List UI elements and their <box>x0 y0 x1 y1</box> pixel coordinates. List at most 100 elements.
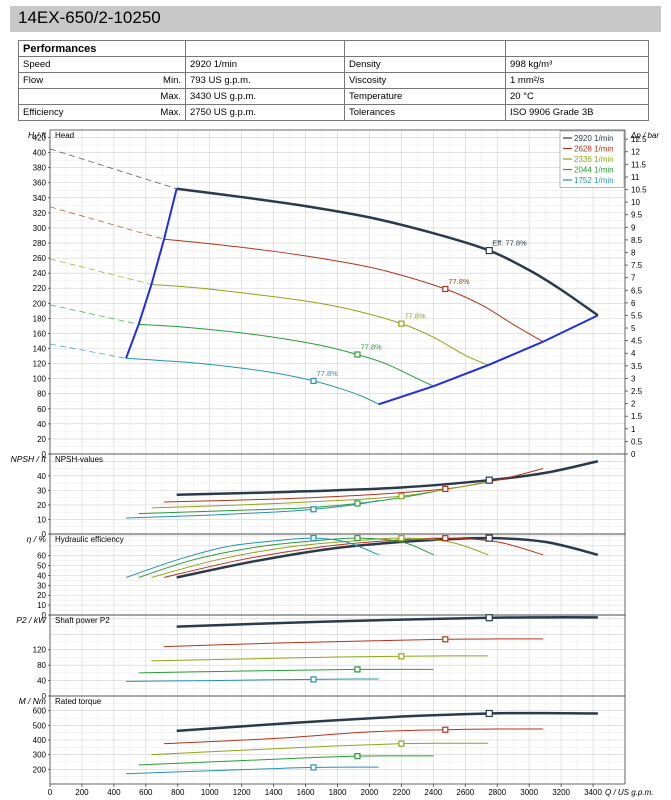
chart-panel-4: 04080120P2 / kW Shaft power P2 <box>16 614 626 701</box>
y-tick-label: 30 <box>37 581 46 590</box>
data-point-marker <box>398 493 405 500</box>
y-axis-label: NPSH / ft <box>11 454 47 464</box>
operating-limit-line <box>125 188 178 359</box>
y2-tick-label: 5.5 <box>631 311 643 320</box>
series-line <box>151 742 489 756</box>
y-tick-label: 380 <box>33 164 47 173</box>
x-tick-label: 400 <box>107 788 121 797</box>
chart-title: Rated torque <box>55 697 102 706</box>
dashed-curve-extension <box>49 206 165 240</box>
y2-tick-label: 11 <box>631 173 640 182</box>
legend-entry: 2336 1/min <box>574 155 614 164</box>
y2-tick-label: 2.5 <box>631 387 643 396</box>
y2-tick-label: 9 <box>631 223 636 232</box>
y2-axis-label: Δp / bar <box>630 131 659 140</box>
y-axis-label: η / % <box>27 534 47 544</box>
y2-tick-label: 8.5 <box>631 236 643 245</box>
y-tick-label: 20 <box>37 591 46 600</box>
y2-tick-label: 6.5 <box>631 286 643 295</box>
legend-entry: 2628 1/min <box>574 145 614 154</box>
chart-title: Head <box>55 131 74 140</box>
y-tick-label: 200 <box>33 765 47 774</box>
y-tick-label: 120 <box>33 360 47 369</box>
series-line <box>125 357 379 405</box>
y-tick-label: 30 <box>37 486 46 495</box>
y2-tick-label: 4 <box>631 349 636 358</box>
y2-tick-label: 7 <box>631 274 636 283</box>
chart-title: Hydraulic efficiency <box>55 535 124 544</box>
series-line <box>176 536 599 579</box>
data-point-marker <box>354 666 361 673</box>
data-point-marker <box>442 535 449 542</box>
x-tick-label: 1200 <box>233 788 251 797</box>
series-line <box>126 766 379 775</box>
y2-tick-label: 9.5 <box>631 211 643 220</box>
y-tick-label: 140 <box>33 345 47 354</box>
x-tick-label: 3000 <box>520 788 538 797</box>
y-tick-label: 60 <box>37 552 46 561</box>
data-point-marker <box>310 764 317 771</box>
data-point-marker <box>485 709 493 718</box>
x-tick-label: 3200 <box>552 788 570 797</box>
y-tick-label: 40 <box>37 472 46 481</box>
x-tick-label: 2600 <box>456 788 474 797</box>
data-point-marker <box>442 726 449 733</box>
efficiency-label: 77.8% <box>317 369 339 378</box>
y-tick-label: 120 <box>33 646 47 655</box>
y-tick-label: 40 <box>37 677 46 686</box>
data-point-marker <box>354 351 361 358</box>
data-point-marker <box>442 285 449 293</box>
data-point-marker <box>485 476 493 484</box>
y-tick-label: 40 <box>37 571 46 580</box>
pump-performance-charts: 0204060801001201401601802002202402602803… <box>11 129 659 797</box>
chart-panel-2: 010203040NPSH / ft NPSH-values <box>11 453 626 539</box>
efficiency-label: Eff. 77.8% <box>492 239 527 248</box>
y-tick-label: 40 <box>37 420 46 429</box>
operating-limit-line <box>378 314 599 406</box>
y-tick-label: 160 <box>33 329 47 338</box>
y-tick-label: 260 <box>33 254 47 263</box>
efficiency-label: 77.8% <box>360 343 382 352</box>
y2-tick-label: 4.5 <box>631 337 643 346</box>
data-point-marker <box>398 653 405 660</box>
data-point-marker <box>442 485 449 493</box>
series-line <box>138 668 434 674</box>
data-point-marker <box>485 614 493 622</box>
y2-tick-label: 8 <box>631 248 636 257</box>
y-tick-label: 10 <box>37 515 46 524</box>
series-line <box>176 711 598 733</box>
y-tick-label: 340 <box>33 194 47 203</box>
x-tick-label: 2000 <box>361 788 379 797</box>
data-point-marker <box>354 535 361 542</box>
y-tick-label: 100 <box>33 375 47 384</box>
y-tick-label: 320 <box>33 209 47 218</box>
data-point-marker <box>354 500 361 507</box>
y-tick-label: 400 <box>33 149 47 158</box>
y-axis-label: H / ft <box>28 130 47 140</box>
x-tick-label: 2400 <box>424 788 442 797</box>
y-tick-label: 80 <box>37 661 46 670</box>
y-tick-label: 10 <box>37 601 46 610</box>
data-point-marker <box>354 753 361 760</box>
x-tick-label: 0 <box>48 788 53 797</box>
data-point-marker <box>310 377 317 385</box>
y-axis-label: M / Nm <box>19 696 46 706</box>
efficiency-label: 77.8% <box>448 277 470 286</box>
y-tick-label: 500 <box>33 721 47 730</box>
y-tick-label: 240 <box>33 269 47 278</box>
y2-tick-label: 10 <box>631 198 640 207</box>
series-line <box>151 283 489 366</box>
x-tick-label: 1400 <box>265 788 283 797</box>
x-axis-label: Q / US g.p.m. <box>605 788 653 797</box>
y2-tick-label: 5 <box>631 324 636 333</box>
chart-panel-3: 0102030405060η / % Hydraulic efficiency <box>27 533 626 620</box>
dashed-curve-extension <box>49 304 139 325</box>
y2-tick-label: 3.5 <box>631 362 643 371</box>
efficiency-label: 77.8% <box>404 312 426 321</box>
x-tick-label: 2800 <box>488 788 506 797</box>
data-point-marker <box>398 740 405 747</box>
series-line <box>126 678 379 682</box>
x-tick-label: 800 <box>171 788 185 797</box>
x-tick-label: 1600 <box>297 788 315 797</box>
y2-tick-label: 10.5 <box>631 186 647 195</box>
